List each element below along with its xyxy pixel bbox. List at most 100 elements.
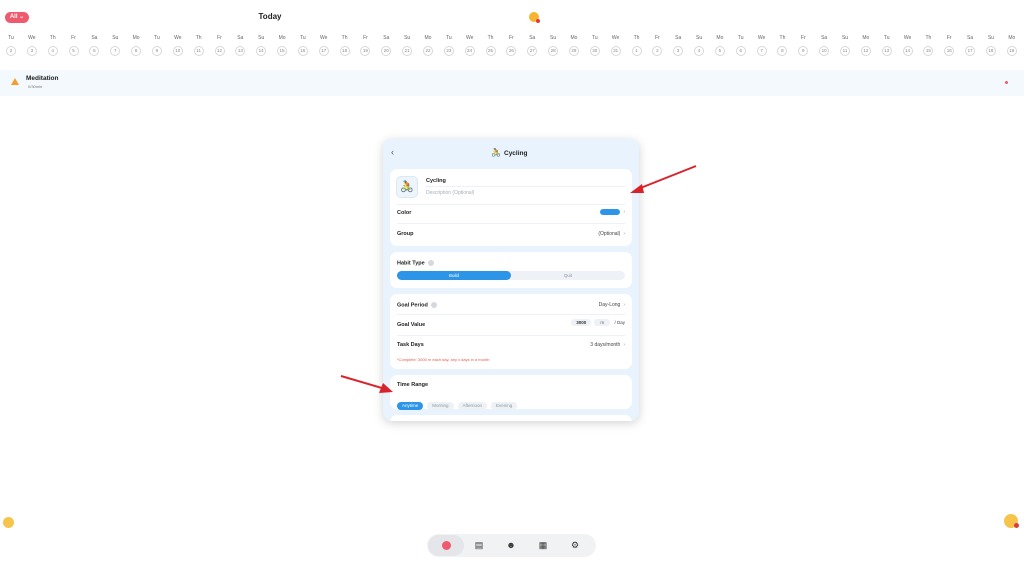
calendar-day[interactable]: Tu 2 <box>1 33 21 56</box>
calendar-day[interactable]: We 17 <box>314 33 334 56</box>
mood-emoji-icon[interactable] <box>1004 514 1019 528</box>
day-number: 16 <box>297 46 308 56</box>
lightbulb-icon[interactable] <box>3 517 14 528</box>
description-field[interactable]: Description (Optional) <box>426 190 474 196</box>
calendar-day[interactable]: Sa 20 <box>376 33 396 56</box>
notes-icon[interactable]: ▤ <box>467 534 491 557</box>
calendar-day[interactable]: Th 15 <box>918 33 938 56</box>
calendar-day[interactable]: Sa 10 <box>814 33 834 56</box>
day-number: 28 <box>548 46 559 56</box>
calendar-day[interactable]: Tu 16 <box>293 33 313 56</box>
build-option[interactable]: Build <box>397 271 511 280</box>
goal-period-selector[interactable]: Day-Long › <box>599 302 625 308</box>
day-number: 9 <box>151 46 162 56</box>
weekday-label: We <box>757 35 766 41</box>
people-icon[interactable]: ☻ <box>499 534 523 557</box>
weekday-label: Sa <box>91 35 98 41</box>
time-range-morning[interactable]: Morning <box>427 402 454 410</box>
calendar-day[interactable]: Fr 19 <box>355 33 375 56</box>
calendar-day[interactable]: Tu 6 <box>731 33 751 56</box>
calendar-day[interactable]: We 14 <box>898 33 918 56</box>
day-number: 14 <box>256 46 267 56</box>
report-icon[interactable]: ▦ <box>531 534 555 557</box>
calendar-day[interactable]: Fr 16 <box>939 33 959 56</box>
quit-option[interactable]: Quit <box>511 271 625 280</box>
calendar-day[interactable]: Th 11 <box>189 33 209 56</box>
habit-icon-picker[interactable]: 🚴 <box>396 176 418 198</box>
calendar-day[interactable]: Fr 26 <box>501 33 521 56</box>
weekday-label: Fr <box>509 35 514 41</box>
chevron-left-icon[interactable]: ‹ <box>391 147 394 157</box>
calendar-day[interactable]: Tu 13 <box>877 33 897 56</box>
calendar-day[interactable]: Sa 3 <box>668 33 688 56</box>
today-icon[interactable] <box>434 534 458 557</box>
time-range-label: Time Range <box>397 382 429 388</box>
calendar-day[interactable]: Tu 9 <box>147 33 167 56</box>
calendar-day[interactable]: Mo 5 <box>710 33 730 56</box>
calendar-day[interactable]: Th 25 <box>481 33 501 56</box>
time-range-afternoon[interactable]: Afternoon <box>457 402 488 410</box>
group-selector[interactable]: (Optional) › <box>598 231 625 237</box>
chevron-right-icon: › <box>623 342 625 348</box>
filter-dropdown[interactable]: All ⌄ <box>5 12 29 23</box>
calendar-day[interactable]: Th 1 <box>627 33 647 56</box>
calendar-day[interactable]: Sa 13 <box>230 33 250 56</box>
page-title: Today <box>258 12 282 21</box>
habit-name-field[interactable]: Cycling <box>426 178 446 184</box>
calendar-day[interactable]: Su 7 <box>105 33 125 56</box>
calendar-day[interactable]: Su 18 <box>981 33 1001 56</box>
weekday-label: Tu <box>591 35 598 41</box>
calendar-day[interactable]: Su 14 <box>251 33 271 56</box>
calendar-day[interactable]: We 10 <box>168 33 188 56</box>
goal-value-input[interactable]: 3000 <box>571 319 592 326</box>
day-number: 9 <box>798 46 809 56</box>
color-picker[interactable]: › <box>600 209 625 215</box>
color-swatch <box>600 209 621 215</box>
task-days-selector[interactable]: 3 days/month › <box>590 342 625 348</box>
weekday-label: Th <box>195 35 202 41</box>
calendar-day[interactable]: Mo 8 <box>126 33 146 56</box>
calendar-day[interactable]: Mo 29 <box>564 33 584 56</box>
task-days-value: 3 days/month <box>590 342 621 348</box>
calendar-day[interactable]: Th 18 <box>335 33 355 56</box>
calendar-day[interactable]: We 31 <box>606 33 626 56</box>
info-icon[interactable] <box>430 302 437 308</box>
weekday-label: Th <box>487 35 494 41</box>
goal-unit-selector[interactable]: m <box>594 319 611 326</box>
calendar-day[interactable]: Tu 30 <box>585 33 605 56</box>
calendar-day[interactable]: Fr 9 <box>793 33 813 56</box>
calendar-day[interactable]: Su 4 <box>689 33 709 56</box>
calendar-day[interactable]: Sa 6 <box>84 33 104 56</box>
calendar-day[interactable]: We 24 <box>460 33 480 56</box>
more-dot-icon[interactable] <box>1005 81 1008 84</box>
calendar-day[interactable]: We 7 <box>752 33 772 56</box>
habit-list-item[interactable] <box>0 70 1024 96</box>
time-range-anytime[interactable]: Anytime <box>397 402 424 410</box>
calendar-day[interactable]: Su 11 <box>835 33 855 56</box>
calendar-day[interactable]: Su 28 <box>543 33 563 56</box>
time-range-evening[interactable]: Evening <box>491 402 518 410</box>
calendar-day[interactable]: Sa 27 <box>522 33 542 56</box>
calendar-day[interactable]: Mo 22 <box>418 33 438 56</box>
day-number: 3 <box>673 46 684 56</box>
habit-info-card: 🚴 Cycling Description (Optional) Color ›… <box>390 169 632 246</box>
info-icon[interactable] <box>427 260 434 266</box>
calendar-day[interactable]: Tu 23 <box>439 33 459 56</box>
calendar-day[interactable]: Fr 2 <box>647 33 667 56</box>
day-number: 2 <box>652 46 663 56</box>
day-number: 14 <box>902 46 913 56</box>
day-number: 15 <box>277 46 288 56</box>
calendar-day[interactable]: Fr 5 <box>64 33 84 56</box>
calendar-day[interactable]: Th 4 <box>43 33 63 56</box>
calendar-day[interactable]: We 3 <box>22 33 42 56</box>
calendar-day[interactable]: Su 21 <box>397 33 417 56</box>
calendar-day[interactable]: Mo 15 <box>272 33 292 56</box>
settings-icon[interactable]: ⚙ <box>563 534 587 557</box>
mood-emoji-icon[interactable] <box>529 12 540 23</box>
bottom-nav: ▤ ☻ ▦ ⚙ <box>427 534 596 557</box>
calendar-day[interactable]: Mo 12 <box>856 33 876 56</box>
calendar-day[interactable]: Mo 19 <box>1002 33 1022 56</box>
calendar-day[interactable]: Fr 12 <box>210 33 230 56</box>
calendar-day[interactable]: Sa 17 <box>960 33 980 56</box>
calendar-day[interactable]: Th 8 <box>772 33 792 56</box>
